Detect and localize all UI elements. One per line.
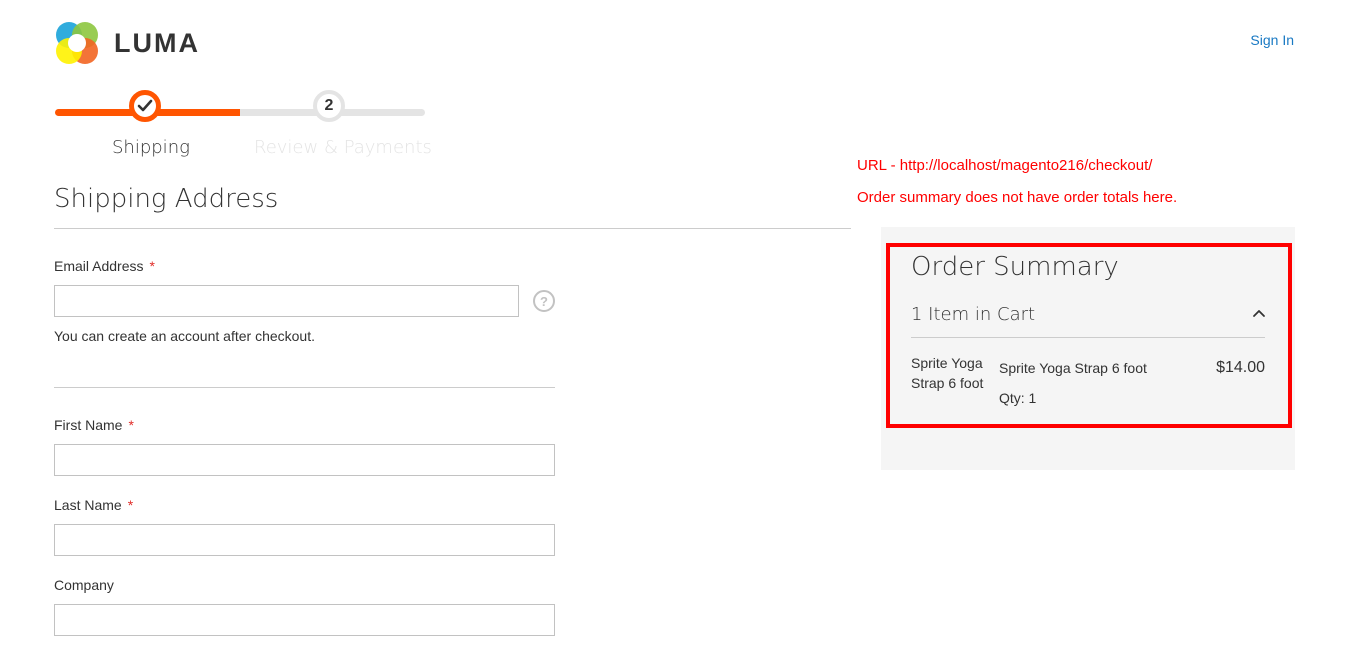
email-hint: You can create an account after checkout… [54,328,315,344]
divider [54,228,851,229]
last-name-field[interactable] [54,524,555,556]
required-mark: * [149,258,155,274]
divider [54,387,555,388]
step-shipping-label: Shipping [112,137,190,158]
step-number: 2 [324,97,334,114]
email-label-text: Email Address [54,258,144,274]
first-name-field[interactable] [54,444,555,476]
company-field[interactable] [54,604,555,636]
company-label: Company [54,577,114,593]
checkmark-icon [137,99,153,112]
shipping-address-title: Shipping Address [54,184,279,214]
email-field[interactable] [54,285,519,317]
sign-in-link[interactable]: Sign In [1250,32,1294,48]
step-review-indicator: 2 [313,90,345,122]
help-icon[interactable]: ? [533,290,555,312]
last-name-label-text: Last Name [54,497,122,513]
annotation-highlight-box [886,243,1292,428]
step-review-label: Review & Payments [254,137,432,158]
luma-logo-icon [54,20,100,66]
first-name-label: First Name * [54,417,134,433]
step-shipping-indicator [129,90,161,122]
first-name-label-text: First Name [54,417,123,433]
annotation-note: Order summary does not have order totals… [857,189,1178,206]
logo-text: LUMA [114,27,200,58]
required-mark: * [127,497,134,513]
email-label: Email Address * [54,258,155,274]
required-mark: * [128,417,134,433]
last-name-label: Last Name * [54,497,133,513]
annotation-url: URL - http://localhost/magento216/checko… [857,157,1153,174]
luma-logo[interactable]: LUMA [54,20,214,66]
help-glyph: ? [540,293,548,309]
